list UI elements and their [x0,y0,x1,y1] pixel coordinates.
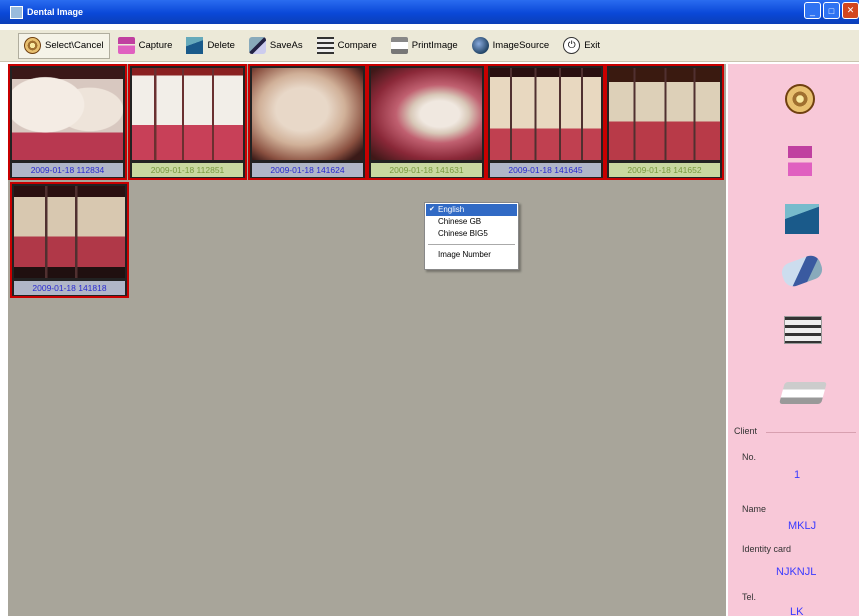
save-as-icon [248,37,266,54]
save-as-label: SaveAs [269,40,303,51]
minimize-button[interactable]: _ [804,2,821,19]
window-controls: _ □ ✕ [804,2,859,19]
camera-icon [117,37,135,54]
compare-icon [316,37,334,54]
thumbnail-caption: 2009-01-18 141631 [371,163,482,177]
compare-button[interactable]: Compare [311,33,383,59]
dental-photo [490,68,601,160]
exit-label: Exit [584,40,601,51]
client-no-value: 1 [794,469,801,481]
menu-item-english[interactable]: English [426,204,517,216]
image-thumbnail[interactable]: 2009-01-18 141818 [10,182,129,298]
client-name-label: Name [742,504,767,514]
client-tel-label: Tel. [742,592,757,602]
capture-button[interactable]: Capture [112,33,179,59]
thumbnail-caption: 2009-01-18 141818 [14,281,125,295]
menu-item-chinese-big5[interactable]: Chinese BIG5 [426,228,517,240]
capture-label: Capture [138,40,173,51]
exit-button[interactable]: ⏻ Exit [557,33,606,59]
exit-icon: ⏻ [563,37,581,54]
dental-photo [132,68,243,160]
dental-photo [371,68,482,160]
select-cancel-label: Select\Cancel [45,40,104,51]
client-id-label: Identity card [742,544,792,554]
image-thumbnail[interactable]: 2009-01-18 112834 [8,64,127,180]
maximize-button[interactable]: □ [823,2,840,19]
thumbnail-caption: 2009-01-18 141645 [490,163,601,177]
delete-label: Delete [207,40,235,51]
image-thumbnail[interactable]: 2009-01-18 112851 [128,64,247,180]
delete-button[interactable]: Delete [180,33,240,59]
print-image-button[interactable]: PrintImage [385,33,464,59]
language-context-menu: English Chinese GB Chinese BIG5 Image Nu… [424,202,519,270]
client-group-legend: Client [734,426,758,436]
delete-icon[interactable] [785,204,819,234]
compare-icon[interactable] [784,316,822,344]
image-work-area[interactable]: 2009-01-18 112834 2009-01-18 112851 2009… [8,64,726,616]
thumbnail-caption: 2009-01-18 141652 [609,163,720,177]
save-as-icon[interactable] [779,252,825,290]
close-button[interactable]: ✕ [842,2,859,19]
toolbar: Select\Cancel Capture Delete SaveAs Comp… [0,30,859,62]
select-cancel-button[interactable]: Select\Cancel [18,32,110,59]
menu-separator [428,244,515,245]
thumbnail-caption: 2009-01-18 112851 [132,163,243,177]
window-title: Dental Image [27,7,84,17]
print-image-label: PrintImage [411,40,458,51]
delete-icon [186,37,204,54]
print-icon [390,37,408,54]
title-bar: Dental Image _ □ ✕ [0,0,859,24]
client-name-value: MKLJ [788,520,817,532]
image-source-button[interactable]: ImageSource [466,33,556,59]
image-source-label: ImageSource [492,40,550,51]
image-thumbnail[interactable]: 2009-01-18 141631 [367,64,486,180]
menu-item-image-number[interactable]: Image Number [426,249,517,261]
save-as-button[interactable]: SaveAs [243,33,309,59]
image-source-icon [471,37,489,54]
client-id-value: NJKNJL [776,566,817,578]
menu-item-chinese-gb[interactable]: Chinese GB [426,216,517,228]
image-thumbnail[interactable]: 2009-01-18 141652 [605,64,724,180]
dental-photo [252,68,363,160]
compare-label: Compare [337,40,377,51]
client-no-label: No. [742,452,757,462]
thumbnail-caption: 2009-01-18 141624 [252,163,363,177]
dental-photo [14,186,125,278]
client-tel-value: LK [790,606,804,616]
film-reel-icon [24,37,41,54]
dental-photo [609,68,720,160]
film-reel-icon[interactable] [785,84,815,114]
side-panel: Client No. 1 Name MKLJ Identity card NJK… [728,64,859,616]
camera-icon[interactable] [788,146,812,176]
image-thumbnail[interactable]: 2009-01-18 141624 [248,64,367,180]
print-icon[interactable] [779,382,827,404]
client-group-divider [766,432,856,433]
thumbnail-caption: 2009-01-18 112834 [12,163,123,177]
app-icon [10,5,23,19]
image-thumbnail[interactable]: 2009-01-18 141645 [486,64,605,180]
dental-photo [12,68,123,160]
